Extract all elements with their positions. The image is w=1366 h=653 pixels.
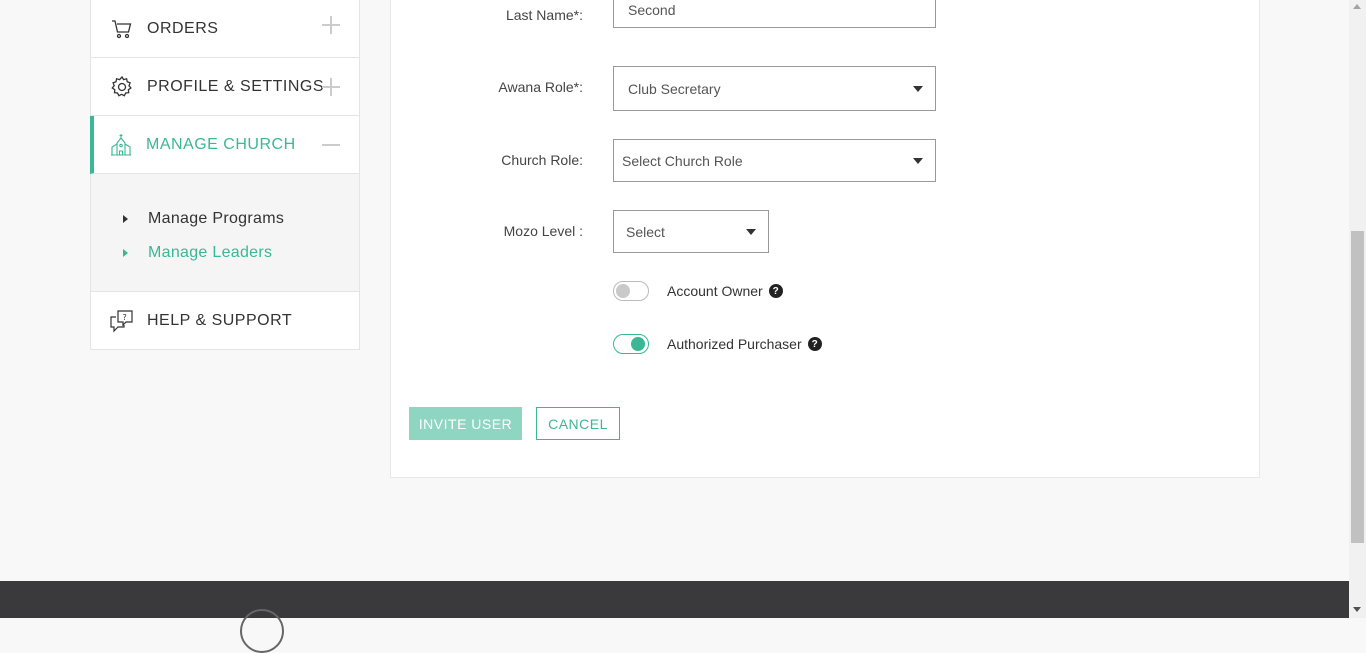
footer-logo xyxy=(240,609,284,653)
manage-church-submenu: Manage Programs Manage Leaders xyxy=(90,174,360,292)
church-icon xyxy=(108,132,134,158)
gear-icon xyxy=(109,74,135,100)
caret-right-icon xyxy=(123,249,128,257)
sidebar-item-profile-settings[interactable]: PROFILE & SETTINGS xyxy=(90,58,360,116)
scroll-thumb[interactable] xyxy=(1351,231,1364,543)
toggle-knob xyxy=(616,284,630,298)
authorized-purchaser-label: Authorized Purchaser xyxy=(667,336,802,352)
scroll-down-arrow-icon[interactable] xyxy=(1353,607,1361,612)
mozo-level-select[interactable]: Select xyxy=(613,210,769,253)
subitem-label: Manage Leaders xyxy=(148,244,273,261)
account-owner-row: Account Owner ? xyxy=(613,281,783,301)
church-role-label: Church Role: xyxy=(501,152,583,168)
sidebar: ORDERS PROFILE & SETTINGS MANAGE CHURCH … xyxy=(90,0,360,350)
last-name-value: Second xyxy=(628,1,676,18)
mozo-level-value: Select xyxy=(626,223,665,240)
subitem-label: Manage Programs xyxy=(148,210,285,227)
dropdown-arrow-icon xyxy=(913,85,923,92)
sidebar-item-label: ORDERS xyxy=(147,20,219,37)
svg-text:?: ? xyxy=(123,313,127,322)
last-name-input[interactable]: Second xyxy=(613,0,936,28)
toggle-knob xyxy=(631,337,645,351)
cart-icon xyxy=(109,16,135,42)
awana-role-select[interactable]: Club Secretary xyxy=(613,66,936,111)
dropdown-arrow-icon xyxy=(746,228,756,235)
sidebar-item-help-support[interactable]: ? HELP & SUPPORT xyxy=(90,292,360,350)
caret-right-icon xyxy=(123,215,128,223)
question-circle-icon[interactable]: ? xyxy=(807,337,822,351)
sidebar-subitem-manage-leaders[interactable]: Manage Leaders xyxy=(91,230,359,276)
invite-user-form: Last Name*: Second Awana Role*: Club Sec… xyxy=(390,0,1260,478)
scroll-up-arrow-icon[interactable] xyxy=(1353,4,1361,9)
awana-role-label: Awana Role*: xyxy=(498,79,583,95)
minus-icon[interactable] xyxy=(321,135,341,155)
page-footer xyxy=(0,581,1349,653)
sidebar-item-label: HELP & SUPPORT xyxy=(147,311,293,329)
question-circle-icon[interactable]: ? xyxy=(768,284,783,298)
account-owner-label: Account Owner xyxy=(667,283,763,299)
plus-icon[interactable] xyxy=(321,77,341,97)
page-scrollbar[interactable] xyxy=(1349,0,1366,618)
authorized-purchaser-row: Authorized Purchaser ? xyxy=(613,334,822,354)
help-chat-icon: ? xyxy=(109,308,135,334)
church-role-value: Select Church Role xyxy=(622,152,743,169)
sidebar-item-manage-church[interactable]: MANAGE CHURCH xyxy=(90,116,360,174)
invite-user-button[interactable]: INVITE USER xyxy=(409,407,522,440)
plus-icon[interactable] xyxy=(321,15,341,35)
church-role-select[interactable]: Select Church Role xyxy=(613,139,936,182)
mozo-level-label: Mozo Level : xyxy=(503,223,583,239)
sidebar-item-orders[interactable]: ORDERS xyxy=(90,0,360,58)
cancel-button[interactable]: CANCEL xyxy=(536,407,620,440)
awana-role-value: Club Secretary xyxy=(628,80,721,97)
last-name-label: Last Name*: xyxy=(505,7,583,23)
account-owner-toggle[interactable] xyxy=(613,281,649,301)
sidebar-item-label: MANAGE CHURCH xyxy=(146,135,296,153)
authorized-purchaser-toggle[interactable] xyxy=(613,334,649,354)
dropdown-arrow-icon xyxy=(913,157,923,164)
sidebar-item-label: PROFILE & SETTINGS xyxy=(147,77,325,95)
